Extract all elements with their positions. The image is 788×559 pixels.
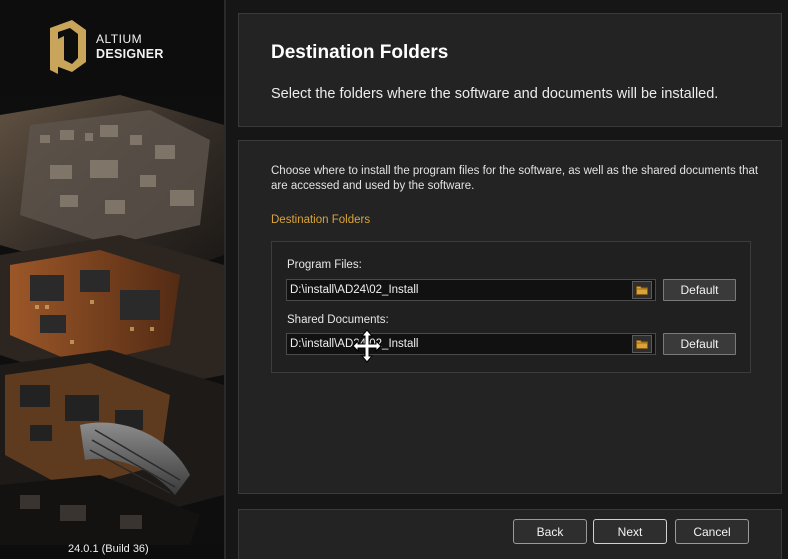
shared-documents-browse-button[interactable] xyxy=(632,335,652,353)
header-panel: Destination Folders Select the folders w… xyxy=(238,13,782,127)
shared-documents-default-button[interactable]: Default xyxy=(663,333,736,355)
sidebar-artwork: ALTIUM DESIGNER 24.0.1 (Build 36) xyxy=(0,0,224,559)
next-button[interactable]: Next xyxy=(593,519,667,544)
program-files-input[interactable] xyxy=(287,280,632,300)
footer-panel: Back Next Cancel xyxy=(238,509,782,559)
altium-logo-icon xyxy=(50,20,86,74)
shared-documents-label: Shared Documents: xyxy=(287,314,389,326)
brand-line-2: DESIGNER xyxy=(96,47,164,61)
program-files-field xyxy=(286,279,656,301)
program-files-browse-button[interactable] xyxy=(632,281,652,299)
move-cursor-icon xyxy=(352,329,382,363)
version-label: 24.0.1 (Build 36) xyxy=(68,543,149,555)
section-label: Destination Folders xyxy=(271,214,371,226)
cancel-button[interactable]: Cancel xyxy=(675,519,749,544)
column-divider xyxy=(224,0,226,559)
page-subtitle: Select the folders where the software an… xyxy=(271,86,719,102)
program-files-default-button[interactable]: Default xyxy=(663,279,736,301)
program-files-label: Program Files: xyxy=(287,259,362,271)
brand-line-1: ALTIUM xyxy=(96,32,143,46)
main-panel: Choose where to install the program file… xyxy=(238,140,782,494)
circuit-board-image xyxy=(0,95,224,545)
page-title: Destination Folders xyxy=(271,42,449,63)
folder-icon xyxy=(636,286,648,295)
destination-folders-group: Program Files: Default Shared Documents: xyxy=(271,241,751,373)
folder-icon xyxy=(636,340,648,349)
installer-window: ALTIUM DESIGNER 24.0.1 (Build 36) Destin… xyxy=(0,0,788,559)
brand-logo: ALTIUM DESIGNER xyxy=(48,18,164,76)
shared-documents-field xyxy=(286,333,656,355)
shared-documents-input[interactable] xyxy=(287,334,632,354)
brand-name: ALTIUM DESIGNER xyxy=(96,32,164,62)
back-button[interactable]: Back xyxy=(513,519,587,544)
description-text: Choose where to install the program file… xyxy=(271,165,759,192)
